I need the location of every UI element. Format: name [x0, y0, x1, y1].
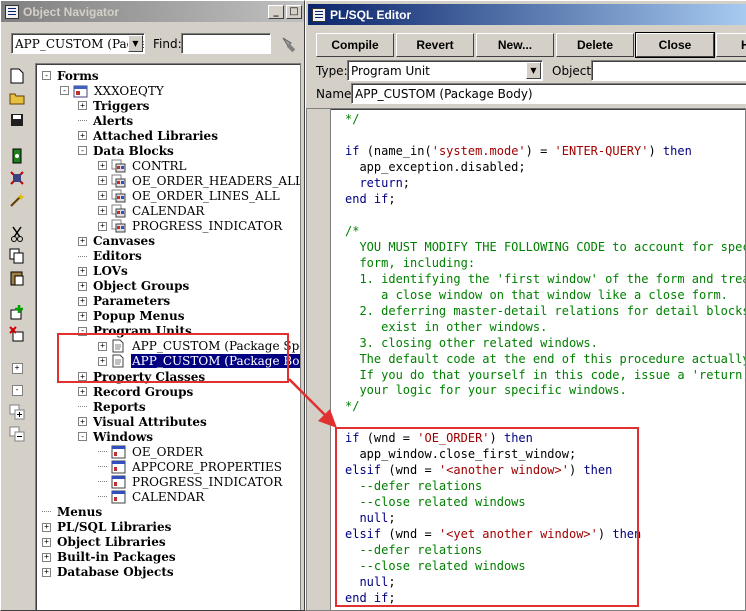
annotation-arrow [288, 378, 337, 428]
